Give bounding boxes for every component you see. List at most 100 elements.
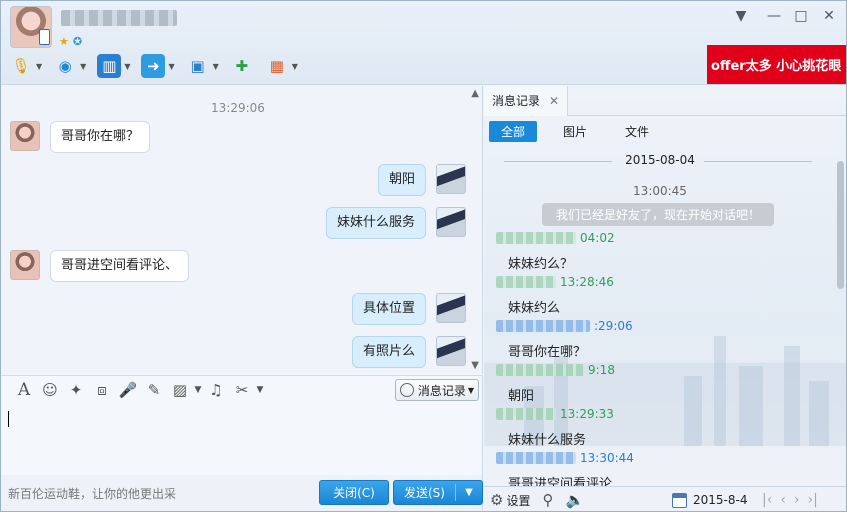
mobile-online-icon	[39, 29, 50, 45]
magic-icon[interactable]: ✦	[63, 379, 89, 401]
entry-text[interactable]: 朝阳	[508, 385, 615, 404]
message-outgoing: 妹妹什么服务	[325, 207, 466, 239]
search-icon[interactable]: ⚲	[542, 491, 553, 509]
status-badges: ★ ✪	[59, 35, 82, 48]
message-bubble[interactable]: 哥哥进空间看评论、	[50, 250, 190, 282]
message-incoming: 哥哥你在哪？	[10, 121, 151, 153]
message-input[interactable]	[1, 403, 483, 475]
image-icon[interactable]: ▨	[167, 379, 193, 401]
close-tab-icon[interactable]: ✕	[549, 94, 559, 108]
voice-call-button[interactable]: 🎙 ▼	[9, 54, 42, 78]
maximize-icon[interactable]: □	[791, 6, 811, 26]
contact-name[interactable]	[61, 10, 177, 26]
message-bubble[interactable]: 哥哥你在哪？	[50, 121, 151, 153]
filter-files[interactable]: 文件	[613, 121, 661, 142]
message-bubble[interactable]: 具体位置	[351, 293, 426, 325]
message-history-button[interactable]: 消息记录 ▼	[394, 379, 479, 401]
avatar[interactable]	[10, 250, 40, 280]
chevron-down-icon[interactable]: ▼	[193, 379, 203, 401]
entry-time: :29:06	[594, 319, 633, 333]
prev-page-icon[interactable]: ‹	[780, 492, 786, 508]
send-file-button[interactable]: ➜ ▼	[141, 54, 175, 78]
sender-name-blurred	[496, 408, 556, 420]
history-entry: 13:28:46 妹妹约么	[496, 275, 614, 316]
shake-icon[interactable]: ⧈	[89, 379, 115, 401]
scrollbar-thumb[interactable]	[837, 161, 844, 289]
message-outgoing: 朝阳	[377, 164, 466, 196]
date-separator: 2015-08-04	[484, 153, 836, 167]
ad-banner[interactable]: offer太多 小心挑花眼	[707, 45, 846, 84]
chevron-down-icon[interactable]: ▼	[80, 62, 86, 71]
sender-name-blurred	[496, 320, 590, 332]
entry-time: 13:30:44	[580, 451, 634, 465]
menu-dropdown-icon[interactable]: ▼	[731, 6, 751, 26]
message-bubble[interactable]: 有照片么	[351, 336, 426, 368]
tab-message-history[interactable]: 消息记录 ✕	[484, 86, 569, 116]
scroll-up-icon[interactable]: ▲	[471, 88, 479, 99]
history-button-label: 消息记录	[417, 383, 466, 398]
avatar[interactable]	[436, 207, 466, 237]
entry-text[interactable]: 哥哥你在哪？	[508, 341, 633, 360]
message-bubble[interactable]: 妹妹什么服务	[325, 207, 426, 239]
message-outgoing: 有照片么	[351, 336, 466, 368]
avatar[interactable]	[436, 293, 466, 323]
doodle-icon[interactable]: ✎	[141, 379, 167, 401]
sender-name-blurred	[496, 276, 556, 288]
chevron-down-icon[interactable]: ▼	[124, 62, 130, 71]
gear-icon[interactable]: ⚙	[490, 491, 503, 509]
date-picker[interactable]: 2015-8-4	[672, 492, 747, 508]
emoji-icon[interactable]: ☺	[37, 379, 63, 401]
entry-text[interactable]: 妹妹什么服务	[508, 429, 614, 448]
font-icon[interactable]: A	[11, 379, 37, 401]
next-page-icon[interactable]: ›	[794, 492, 800, 508]
send-options-chevron-icon[interactable]: ▼	[456, 487, 482, 498]
scroll-down-icon[interactable]: ▼	[471, 360, 479, 371]
send-file-icon: ➜	[141, 54, 166, 78]
star-icon[interactable]: ★	[59, 35, 69, 48]
history-scrollbar[interactable]	[837, 161, 844, 481]
sender-name-blurred	[496, 232, 576, 244]
speaker-icon[interactable]: 🔈	[565, 491, 584, 509]
qzone-icon[interactable]: ✪	[73, 35, 82, 48]
video-call-button[interactable]: ◉ ▼	[53, 54, 87, 78]
chat-messages[interactable]: 13:29:06 ▲ 哥哥你在哪？ 朝阳 妹妹什么服务 哥哥进空间看评论、 具体…	[1, 86, 483, 374]
chevron-down-icon[interactable]: ▼	[213, 62, 219, 71]
close-icon[interactable]: ✕	[819, 6, 839, 26]
send-button[interactable]: 发送(S) ▼	[393, 480, 483, 505]
minimize-icon[interactable]: —	[764, 6, 784, 26]
chevron-down-icon[interactable]: ▼	[292, 62, 298, 71]
filter-all[interactable]: 全部	[489, 121, 538, 142]
avatar[interactable]	[436, 164, 466, 194]
entry-time: 04:02	[580, 231, 615, 245]
filter-images[interactable]: 图片	[551, 121, 599, 142]
remote-desktop-button[interactable]: ▣ ▼	[186, 54, 219, 78]
chevron-down-icon[interactable]: ▼	[36, 62, 42, 71]
history-filters: 全部 图片 文件	[489, 121, 675, 142]
ad-text-link[interactable]: 新百伦运动鞋，让你的他更出采	[8, 485, 176, 502]
history-panel: 消息记录 ✕ 全部 图片 文件 2015-08-04 13:00:45 我们已经…	[484, 86, 846, 486]
entry-text[interactable]: 妹妹约么？	[508, 253, 615, 272]
message-timestamp: 13:29:06	[211, 101, 265, 115]
apps-button[interactable]: ▦ ▼	[265, 54, 298, 78]
history-date: 2015-08-04	[625, 153, 695, 167]
voice-call-icon: 🎙	[11, 57, 31, 75]
entry-text[interactable]: 哥哥进空间看评论	[508, 473, 634, 486]
chevron-down-icon[interactable]: ▼	[255, 379, 265, 401]
group-chat-button[interactable]: ✚	[230, 54, 254, 78]
chevron-down-icon[interactable]: ▼	[168, 62, 174, 71]
last-page-icon[interactable]: ›|	[808, 492, 818, 508]
music-icon[interactable]: ♫	[203, 379, 229, 401]
entry-text[interactable]: 妹妹约么	[508, 297, 614, 316]
settings-link[interactable]: 设置	[506, 492, 530, 509]
first-page-icon[interactable]: |‹	[762, 492, 772, 508]
screen-share-button[interactable]: ▥ ▼	[97, 54, 130, 78]
avatar[interactable]	[10, 121, 40, 151]
avatar[interactable]	[436, 336, 466, 366]
entry-time: 13:28:46	[560, 275, 614, 289]
history-entry: 13:29:33 妹妹什么服务	[496, 407, 614, 448]
send-button-label: 发送(S)	[394, 484, 456, 501]
message-bubble[interactable]: 朝阳	[377, 164, 426, 196]
screenshot-icon[interactable]: ✂	[229, 379, 255, 401]
close-button[interactable]: 关闭(C)	[319, 480, 389, 505]
voice-message-icon[interactable]: 🎤	[115, 379, 141, 401]
